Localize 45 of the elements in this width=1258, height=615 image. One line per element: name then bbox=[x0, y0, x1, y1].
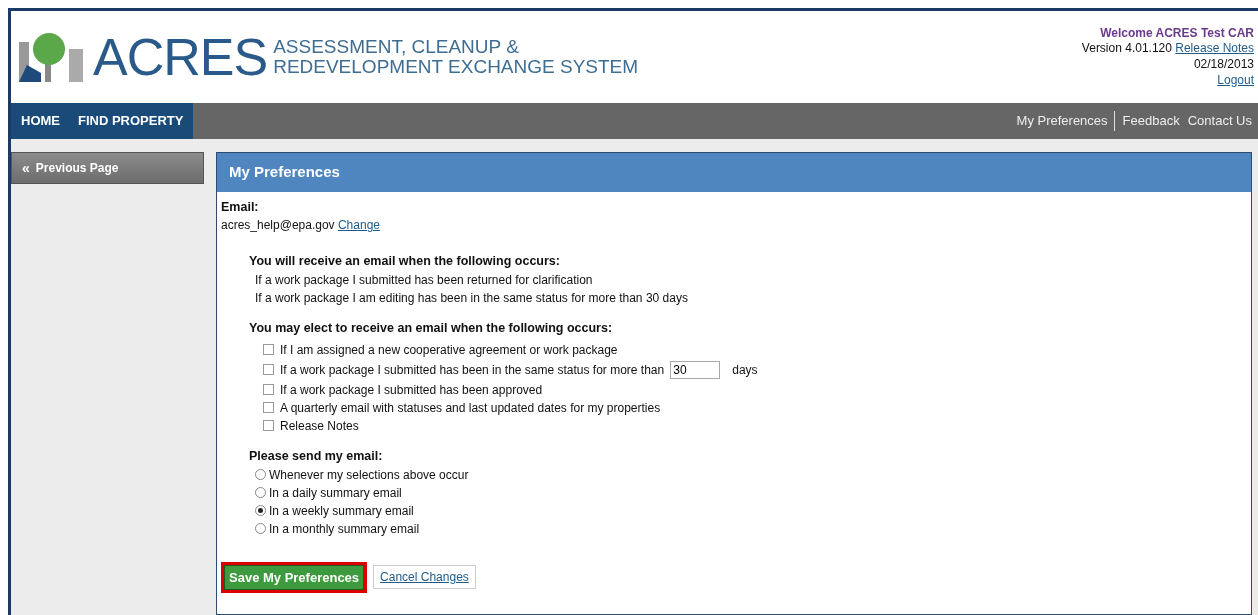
option-label: If a work package I submitted has been approved bbox=[280, 381, 543, 399]
radio-button[interactable] bbox=[255, 505, 266, 516]
previous-page-button[interactable]: « Previous Page bbox=[11, 152, 204, 184]
days-field[interactable]: 30 bbox=[670, 360, 721, 379]
release-notes-link[interactable]: Release Notes bbox=[1175, 41, 1254, 56]
section-heading: You may elect to receive an email when the following occurs: bbox=[249, 320, 614, 337]
radio-label: In a weekly summary email bbox=[269, 502, 414, 520]
panel-title: My Preferences bbox=[217, 153, 1251, 192]
radio-label: Whenever my selections above occur bbox=[269, 466, 469, 484]
nav-tab[interactable]: FIND PROPERTY bbox=[78, 111, 184, 131]
radio-button[interactable] bbox=[255, 469, 266, 480]
change-link[interactable]: Change bbox=[337, 218, 380, 233]
nav-link[interactable]: My Preferences bbox=[1016, 111, 1115, 131]
site-subtitle: ASSESSMENT, CLEANUP & REDEVELOPMENT EXCHANGE SYSTEM bbox=[273, 37, 639, 77]
days-label: days bbox=[732, 361, 758, 379]
notification-text: If a work package I submitted has been returned for clarification bbox=[255, 272, 594, 289]
checkbox[interactable] bbox=[263, 384, 274, 396]
version-text: Version 4.01.120 bbox=[1081, 41, 1172, 56]
section-heading: You will receive an email when the following occurs: bbox=[249, 253, 561, 271]
save-button[interactable]: Save My Preferences bbox=[221, 561, 368, 593]
nav-link[interactable]: Contact Us bbox=[1187, 111, 1252, 131]
option-label: If a work package I submitted has been in the same status for more than bbox=[280, 361, 665, 379]
email-address: acres_help@epa.gov bbox=[221, 218, 335, 233]
option-label: A quarterly email with statuses and last updated dates for my properties bbox=[280, 399, 661, 417]
logo-text: ACRES bbox=[93, 31, 268, 83]
checkbox[interactable] bbox=[263, 420, 274, 432]
section-heading: Please send my email: bbox=[249, 447, 384, 465]
option-label: Release Notes bbox=[280, 417, 359, 435]
checkbox[interactable] bbox=[263, 344, 274, 356]
radio-button[interactable] bbox=[255, 523, 266, 534]
cancel-button[interactable]: Cancel Changes bbox=[373, 565, 476, 590]
radio-label: In a monthly summary email bbox=[269, 520, 420, 538]
option-label: If I am assigned a new cooperative agreement or work package bbox=[280, 341, 618, 359]
notification-text: If a work package I am editing has been in the same status for more than 30 days bbox=[255, 290, 689, 307]
double-chevron-icon: « bbox=[22, 157, 30, 179]
date-text: 02/18/2013 bbox=[1192, 57, 1254, 73]
logout-link[interactable]: Logout bbox=[1217, 72, 1254, 87]
checkbox[interactable] bbox=[263, 402, 274, 414]
nav-tab[interactable]: HOME bbox=[21, 111, 60, 131]
email-label: Email: bbox=[221, 198, 260, 216]
checkbox[interactable] bbox=[263, 364, 274, 376]
radio-label: In a daily summary email bbox=[269, 484, 402, 502]
nav-link[interactable]: Feedback bbox=[1122, 111, 1180, 131]
radio-button[interactable] bbox=[255, 487, 266, 498]
welcome-text: Welcome ACRES Test CAR bbox=[1099, 25, 1254, 42]
